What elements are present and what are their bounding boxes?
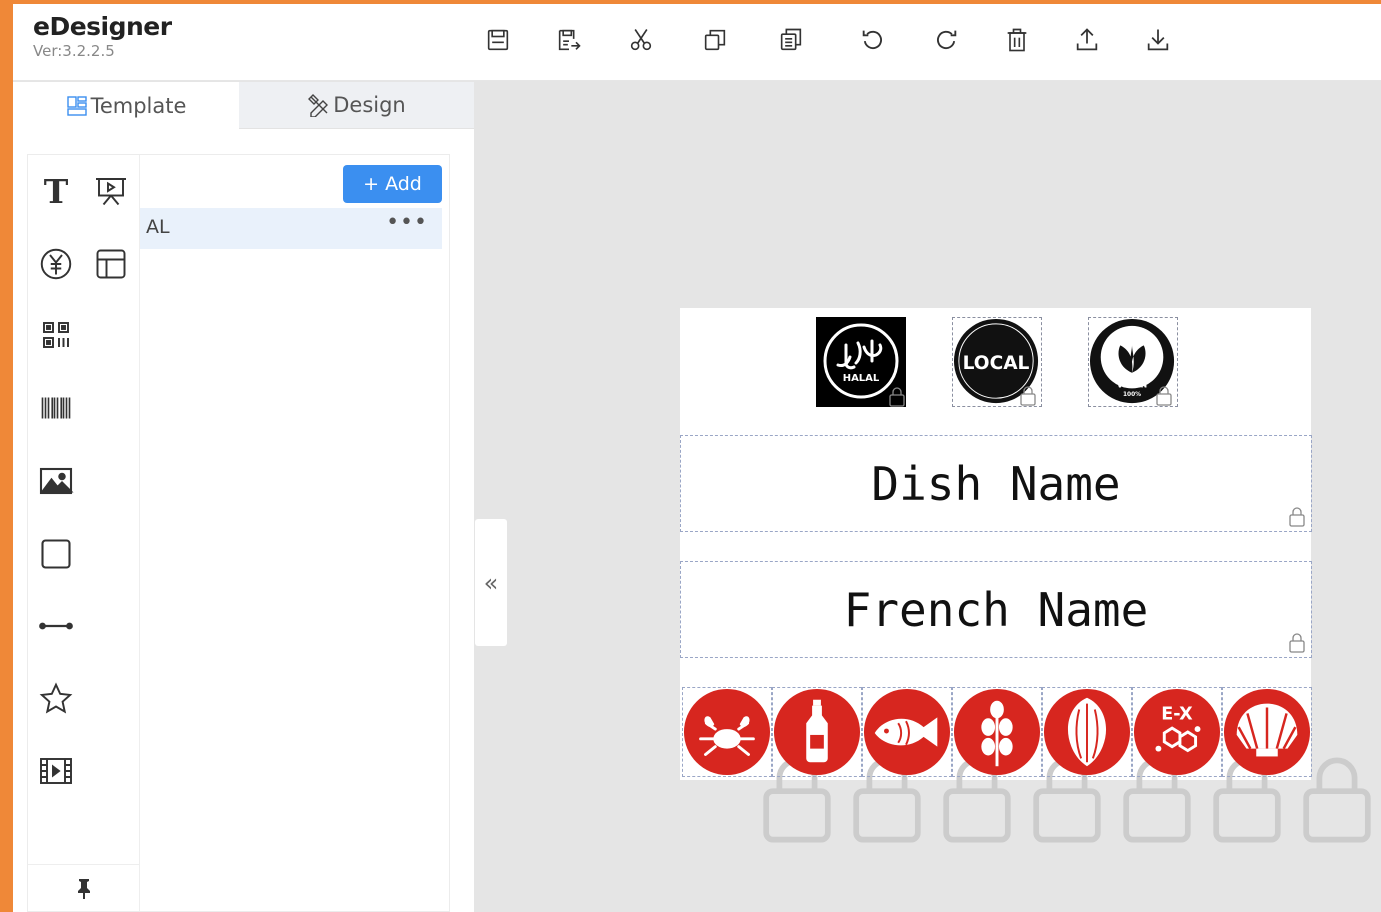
toolbox: T + Add AL ••• (27, 154, 450, 912)
app-title: eDesigner (33, 12, 172, 41)
video-tool[interactable] (36, 751, 76, 791)
download-icon (1147, 29, 1169, 51)
copy-button[interactable] (699, 24, 731, 56)
label-canvas: HALAL LOCAL VEGAN 100% Dish Name French … (680, 308, 1371, 843)
svg-text:T: T (44, 173, 69, 209)
image-tool[interactable] (36, 461, 76, 501)
template-icon (66, 95, 87, 116)
lock-icon[interactable] (888, 387, 906, 407)
qr-code-icon (43, 322, 69, 348)
halal-text: HALAL (843, 373, 880, 384)
french-name-text[interactable]: French Name (680, 561, 1312, 658)
pin-button[interactable] (28, 864, 140, 911)
paste-icon (780, 28, 802, 51)
tab-design[interactable]: Design (239, 82, 474, 129)
design-tools-icon (308, 94, 329, 117)
star-icon (39, 682, 73, 714)
rectangle-tool[interactable] (36, 534, 76, 574)
redo-icon (937, 30, 957, 50)
pin-icon (78, 879, 90, 899)
tab-template-label: Template (90, 93, 187, 118)
lock-icon[interactable] (1288, 633, 1306, 653)
presentation-tool[interactable] (91, 171, 131, 211)
currency-icon (40, 248, 72, 280)
undo-icon (862, 30, 882, 50)
dish-name-label: Dish Name (871, 456, 1121, 511)
additive-text: E-X (1161, 704, 1193, 724)
barcode-icon (41, 397, 71, 419)
upload-button[interactable] (1071, 24, 1103, 56)
image-icon (39, 467, 74, 495)
tab-design-label: Design (333, 93, 406, 117)
layout-tool[interactable] (91, 244, 131, 284)
brand: eDesigner Ver:3.2.2.5 (33, 12, 172, 60)
lock-icon[interactable] (1155, 386, 1173, 406)
line-tool[interactable] (36, 606, 76, 646)
undo-button[interactable] (857, 24, 889, 56)
list-item[interactable]: AL ••• (140, 208, 442, 249)
bottle-allergen[interactable] (772, 687, 921, 843)
local-text: LOCAL (963, 353, 1030, 374)
dish-name-text[interactable]: Dish Name (680, 435, 1312, 532)
add-button[interactable]: + Add (343, 165, 442, 203)
additive-allergen[interactable]: E-X (1132, 687, 1281, 843)
presentation-icon (96, 178, 126, 206)
lock-icon[interactable] (1293, 756, 1381, 844)
lock-icon[interactable] (1019, 386, 1037, 406)
download-button[interactable] (1142, 24, 1174, 56)
tab-template[interactable]: Template (13, 82, 238, 129)
app-window: eDesigner Ver:3.2.2.5 Template Design T … (13, 4, 1381, 912)
collapse-panel-button[interactable]: « (475, 519, 507, 646)
qr-code-tool[interactable] (36, 315, 76, 355)
rectangle-icon (41, 539, 71, 569)
delete-icon (1007, 28, 1027, 52)
line-icon (39, 622, 73, 630)
text-tool[interactable]: T (36, 171, 76, 211)
paste-button[interactable] (775, 24, 807, 56)
vegan-badge[interactable]: VEGAN 100% (1088, 317, 1178, 407)
copy-icon (704, 29, 726, 51)
layout-icon (96, 249, 126, 279)
cut-icon (630, 29, 652, 51)
vegan-sub-text: 100% (1123, 392, 1141, 398)
video-icon (40, 758, 72, 784)
lock-icon[interactable] (1288, 507, 1306, 527)
fish-allergen[interactable] (862, 687, 1011, 843)
left-panel: Template Design T + Add AL ••• (13, 82, 474, 912)
save-icon (487, 29, 509, 51)
list-item-label: AL (140, 216, 170, 238)
local-badge[interactable]: LOCAL (952, 317, 1042, 407)
barcode-tool[interactable] (36, 388, 76, 428)
app-version: Ver:3.2.2.5 (33, 42, 115, 60)
french-name-label: French Name (843, 582, 1149, 637)
shell-allergen[interactable] (1222, 687, 1371, 843)
crab-allergen[interactable] (682, 687, 831, 843)
delete-button[interactable] (1001, 24, 1033, 56)
sesame-allergen[interactable] (952, 687, 1101, 843)
redo-button[interactable] (930, 24, 962, 56)
nut-allergen[interactable] (1042, 687, 1191, 843)
upload-icon (1076, 28, 1098, 51)
price-tool[interactable] (36, 244, 76, 284)
save-as-icon (558, 29, 581, 51)
text-icon: T (44, 173, 69, 209)
element-tools: T (28, 155, 140, 911)
more-options-icon[interactable]: ••• (386, 210, 428, 235)
halal-badge[interactable]: HALAL (816, 317, 906, 407)
vegan-text: VEGAN (1117, 380, 1147, 389)
save-button[interactable] (482, 24, 514, 56)
save-as-button[interactable] (553, 24, 585, 56)
cut-button[interactable] (625, 24, 657, 56)
header: eDesigner Ver:3.2.2.5 (13, 4, 1381, 81)
star-tool[interactable] (36, 679, 76, 719)
